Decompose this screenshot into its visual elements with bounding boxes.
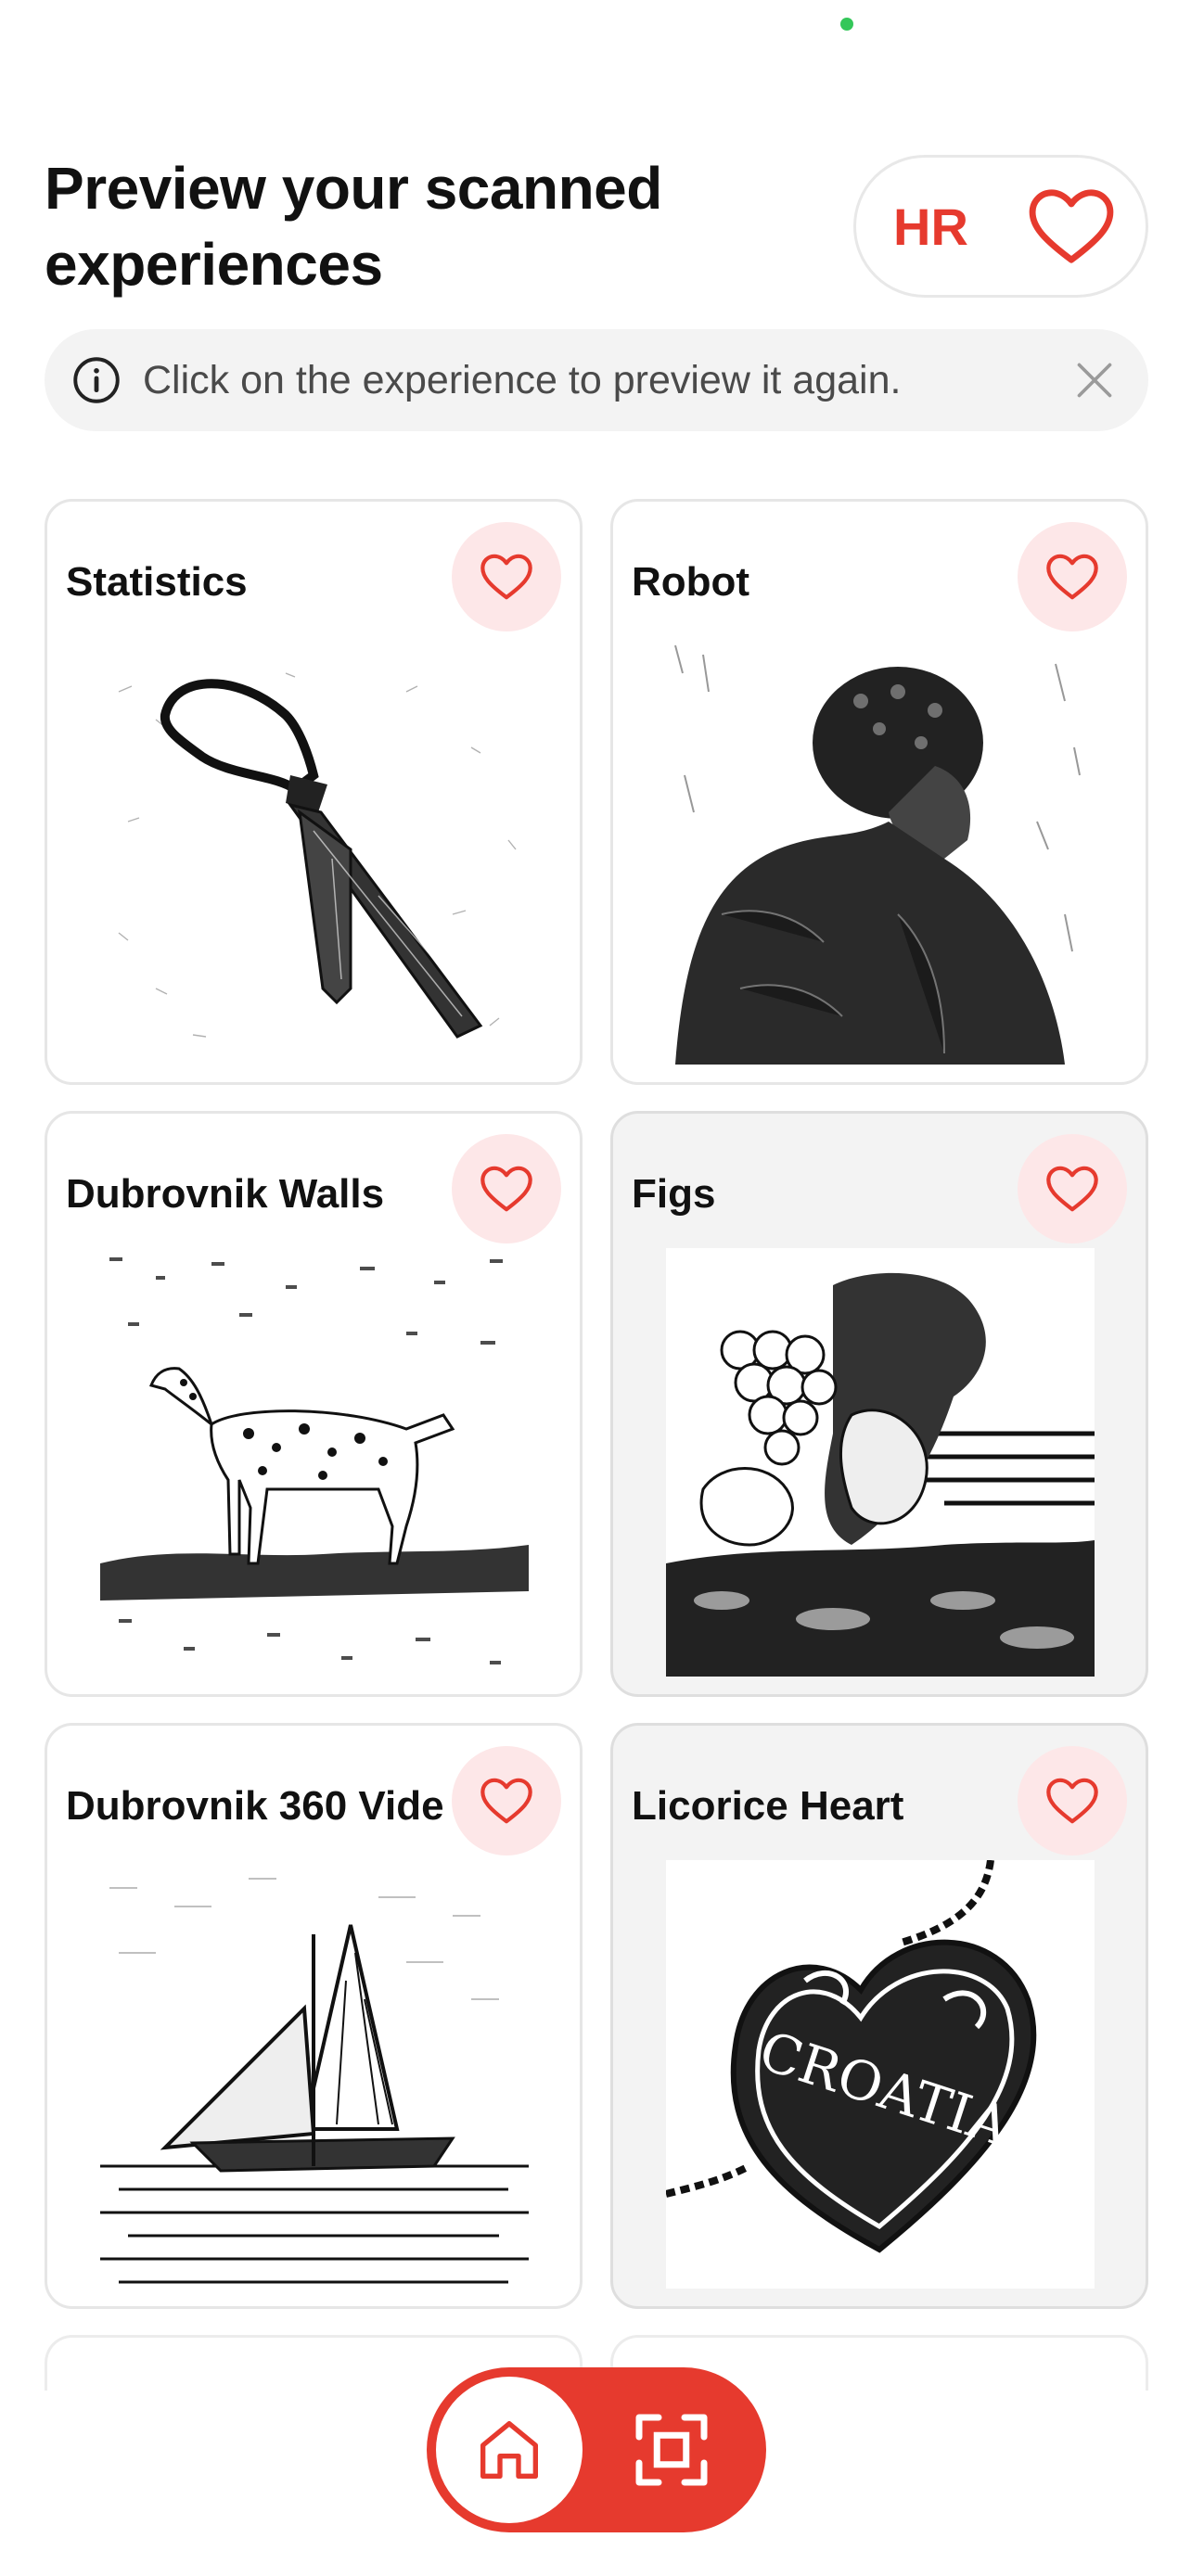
man-profile-sketch-image — [666, 636, 1095, 1065]
bottom-navigation — [427, 2367, 766, 2532]
experience-card-dubrovnik-walls[interactable]: Dubrovnik Walls — [45, 1111, 583, 1697]
page-title: Preview your scanned experiences — [45, 155, 662, 298]
croatia-heart-sketch-image: CROATIA — [666, 1860, 1095, 2289]
card-title: Dubrovnik 360 Vide — [66, 1783, 444, 1829]
close-icon[interactable] — [1067, 352, 1122, 408]
experience-card-licorice-heart[interactable]: Licorice Heart CROATIA — [610, 1723, 1148, 2309]
scan-frame-icon[interactable] — [626, 2404, 717, 2495]
card-title: Statistics — [66, 559, 248, 605]
status-indicator-dot — [840, 18, 853, 31]
heart-outline-icon[interactable] — [452, 1746, 561, 1855]
experience-card-dubrovnik-360-video[interactable]: Dubrovnik 360 Vide — [45, 1723, 583, 2309]
heart-outline-icon[interactable] — [452, 522, 561, 631]
info-banner-text: Click on the experience to preview it ag… — [143, 357, 902, 402]
experience-card-robot[interactable]: Robot — [610, 499, 1148, 1085]
experience-card-figs[interactable]: Figs — [610, 1111, 1148, 1697]
tie-sketch-image — [100, 636, 529, 1065]
heart-outline-icon[interactable] — [1018, 522, 1127, 631]
info-banner: Click on the experience to preview it ag… — [45, 329, 1148, 431]
heart-outline-icon[interactable] — [1018, 1746, 1127, 1855]
dalmatian-dog-sketch-image — [100, 1248, 529, 1677]
home-icon[interactable] — [436, 2377, 583, 2523]
card-title: Figs — [632, 1171, 716, 1217]
grapes-vine-sketch-image — [666, 1248, 1095, 1677]
info-icon — [70, 354, 122, 406]
heart-outline-icon[interactable] — [452, 1134, 561, 1243]
header-actions: HR — [853, 155, 1148, 298]
language-toggle-button[interactable]: HR — [893, 197, 968, 257]
heart-outline-icon[interactable] — [1018, 1134, 1127, 1243]
favorites-heart-icon[interactable] — [1025, 180, 1118, 273]
sailboat-sketch-image — [100, 1860, 529, 2289]
card-title: Licorice Heart — [632, 1783, 904, 1829]
experience-card-statistics[interactable]: Statistics — [45, 499, 583, 1085]
card-title: Dubrovnik Walls — [66, 1171, 385, 1217]
card-title: Robot — [632, 559, 750, 605]
